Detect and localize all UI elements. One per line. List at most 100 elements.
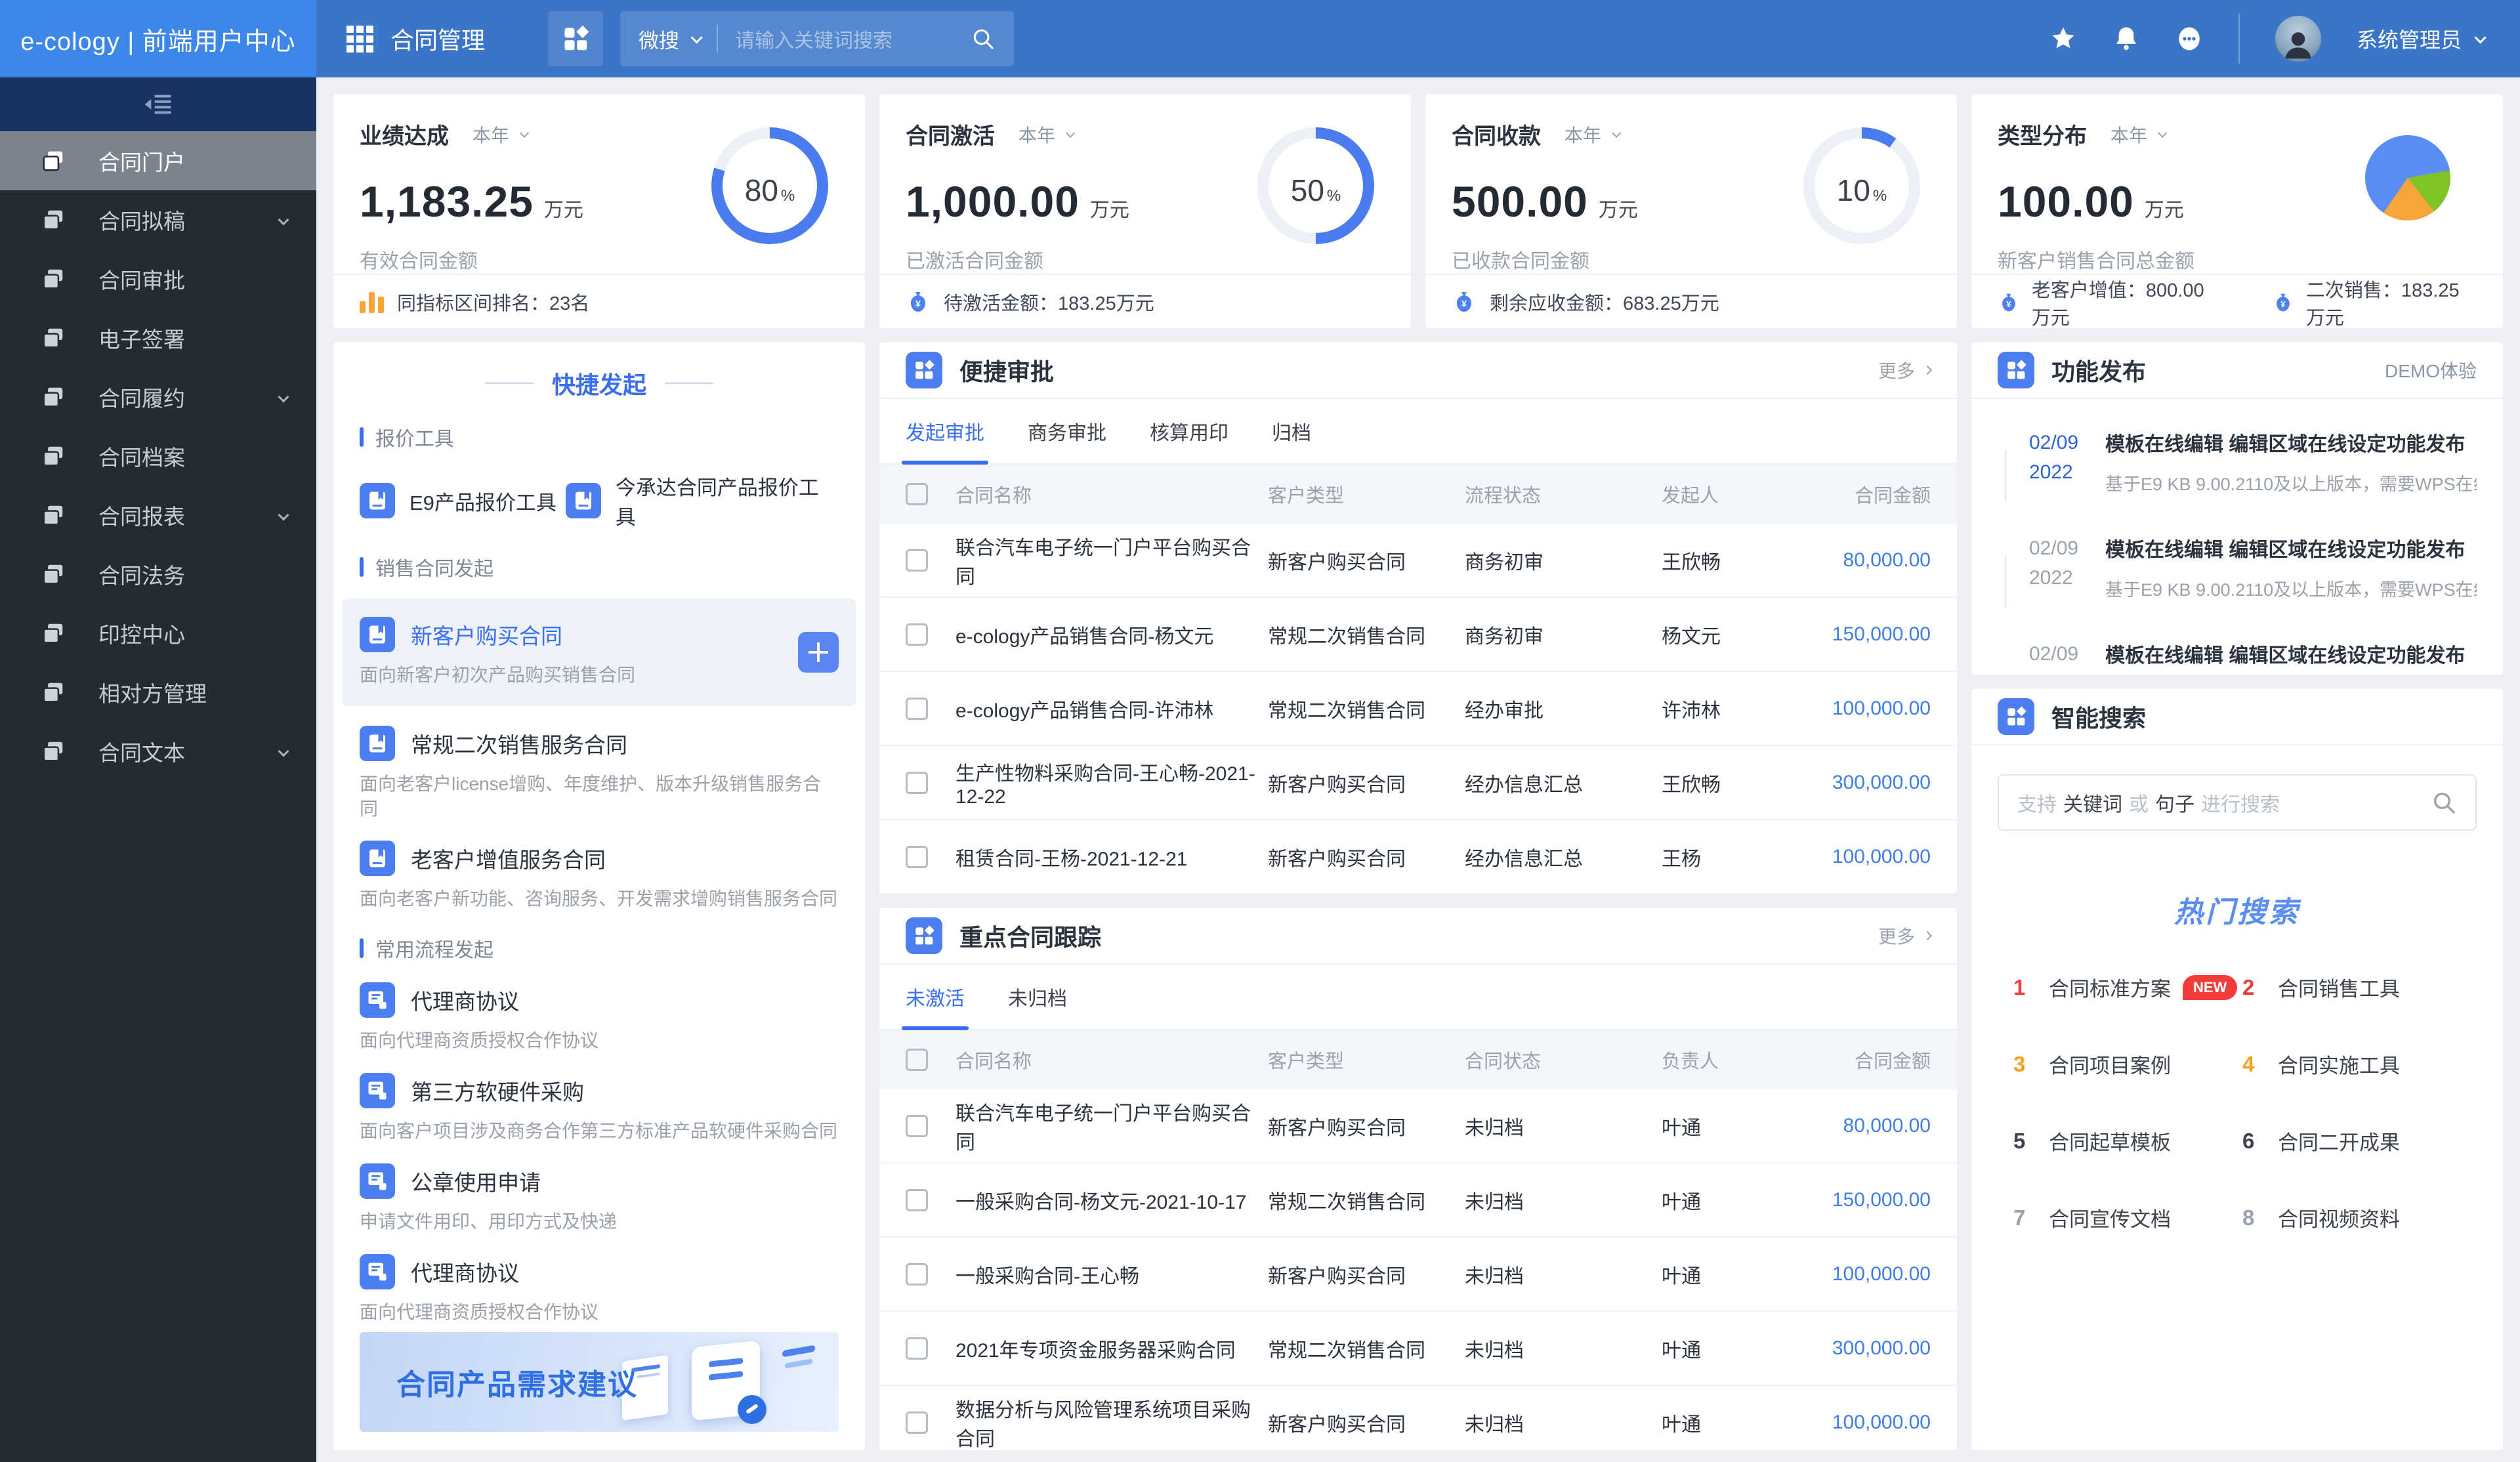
table-row[interactable]: 租赁合同-王杨-2021-12-21 新客户购买合同 经办信息汇总 王杨 100,0… <box>879 820 1957 894</box>
search-scope-select[interactable]: 微搜 <box>639 24 679 54</box>
row-checkbox[interactable] <box>906 1263 928 1285</box>
sidebar-item-contract-portal[interactable]: 合同门户 <box>0 131 316 190</box>
quote-tool-e9[interactable]: E9产品报价工具 <box>360 471 566 530</box>
more-link[interactable]: 更多 <box>1878 357 1933 383</box>
row-checkbox[interactable] <box>906 1337 928 1360</box>
row-checkbox[interactable] <box>906 771 928 794</box>
more-options-icon[interactable] <box>2175 25 2203 52</box>
favorite-star-icon[interactable] <box>2049 25 2077 52</box>
document-icon <box>43 151 63 171</box>
sidebar-item-contract-text[interactable]: 合同文本 <box>0 722 316 781</box>
chevron-down-icon <box>520 128 530 138</box>
demo-link[interactable]: DEMO体验 <box>2385 357 2477 383</box>
hot-search-item[interactable]: 5 合同起草模板 <box>2013 1126 2242 1156</box>
item-desc: 面向客户项目涉及商务合作第三方标准产品软硬件采购合同 <box>360 1120 838 1141</box>
document-icon <box>43 269 63 289</box>
table-row[interactable]: 2021年专项资金服务器采购合同 常规二次销售合同 未归档 叶通 300,000.0… <box>879 1312 1957 1386</box>
chevron-down-icon <box>278 745 289 757</box>
suggestion-banner[interactable]: 合同产品需求建议 <box>360 1332 839 1432</box>
table-row[interactable]: 联合汽车电子统一门户平台购买合同 新客户购买合同 未归档 叶通 80,000.00 <box>879 1089 1957 1163</box>
sidebar-item-contract-approval[interactable]: 合同审批 <box>0 249 316 308</box>
tab-initiate-approval[interactable]: 发起审批 <box>902 399 988 465</box>
tab-accounting-seal[interactable]: 核算用印 <box>1150 399 1228 463</box>
hot-search-item[interactable]: 2 合同销售工具 <box>2242 972 2471 1002</box>
release-desc: 基于E9 KB 9.00.2110及以上版本，需要WPS在线编辑 <box>2105 474 2477 494</box>
row-checkbox[interactable] <box>906 549 928 572</box>
release-item[interactable]: 02/092022 模板在线编辑 编辑区域在线设定功能发布 基于E9 KB 9.… <box>2000 428 2477 533</box>
sidebar-item-contract-report[interactable]: 合同报表 <box>0 486 316 545</box>
hot-search-item[interactable]: 4 合同实施工具 <box>2242 1049 2471 1079</box>
search-icon[interactable] <box>971 26 996 51</box>
period-select[interactable]: 本年 <box>1564 121 1622 148</box>
row-checkbox[interactable] <box>906 697 928 720</box>
progress-ring: 50% <box>1257 127 1374 244</box>
kpi-value: 1,000.00 <box>906 177 1080 226</box>
table-row[interactable]: 生产性物料采购合同-王心畅-2021-12-22 新客户购买合同 经办信息汇总 王欣… <box>879 746 1957 820</box>
tab-archive[interactable]: 归档 <box>1272 399 1311 463</box>
release-item[interactable]: 02/092022 模板在线编辑 编辑区域在线设定功能发布 基于E9 KB 9.… <box>2000 639 2477 675</box>
search-icon[interactable] <box>2431 789 2457 816</box>
period-select[interactable]: 本年 <box>1018 121 1076 148</box>
select-all-checkbox[interactable] <box>906 483 928 505</box>
table-row[interactable]: 联合汽车电子统一门户平台购买合同 新客户购买合同 商务初审 王欣畅 80,000.0… <box>879 524 1957 598</box>
nav-current-app[interactable]: 合同管理 <box>346 22 485 56</box>
tool-label: E9产品报价工具 <box>410 491 556 514</box>
sidebar-item-seal-center[interactable]: 印控中心 <box>0 604 316 663</box>
book-icon <box>565 483 601 518</box>
table-row[interactable]: e-cology产品销售合同-杨文元 常规二次销售合同 商务初审 杨文元 150,0… <box>879 598 1957 672</box>
row-checkbox[interactable] <box>906 1411 928 1434</box>
user-avatar[interactable] <box>2275 16 2321 62</box>
hot-search-item[interactable]: 8 合同视频资料 <box>2242 1203 2471 1232</box>
svg-text:¥: ¥ <box>2006 299 2011 309</box>
sidebar-item-contract-archive[interactable]: 合同档案 <box>0 427 316 486</box>
notification-bell-icon[interactable] <box>2112 25 2140 52</box>
widget-launcher-icon[interactable] <box>548 11 604 66</box>
add-button[interactable] <box>798 631 839 673</box>
table-row[interactable]: 一般采购合同-王心畅 新客户购买合同 未归档 叶通 100,000.00 <box>879 1238 1957 1312</box>
hot-search-item[interactable]: 3 合同项目案例 <box>2013 1049 2242 1079</box>
sidebar-item-contract-performance[interactable]: 合同履约 <box>0 367 316 427</box>
sidebar-item-label: 合同履约 <box>98 386 185 411</box>
hot-search-item[interactable]: 1 合同标准方案 NEW <box>2013 972 2242 1002</box>
flow-item-seal-application[interactable]: 公章使用申请 申请文件用印、用印方式及快递 <box>360 1163 839 1234</box>
top-search-bar[interactable]: 微搜 请输入关键词搜索 <box>620 11 1015 66</box>
chevron-down-icon <box>278 509 289 521</box>
row-checkbox[interactable] <box>906 1114 928 1137</box>
kpi-value: 1,183.25 <box>360 177 534 226</box>
sidebar-item-contract-draft[interactable]: 合同拟稿 <box>0 190 316 249</box>
period-select[interactable]: 本年 <box>472 121 530 148</box>
launch-item-second-sale-contract[interactable]: 常规二次销售服务合同 面向老客户license增购、年度维护、版本升级销售服务合… <box>360 725 839 822</box>
table-row[interactable]: 一般采购合同-杨文元-2021-10-17 常规二次销售合同 未归档 叶通 150,… <box>879 1163 1957 1238</box>
sidebar-collapse-button[interactable] <box>0 77 316 131</box>
tab-business-approval[interactable]: 商务审批 <box>1028 399 1106 463</box>
flow-item-agent-agreement[interactable]: 代理商协议 面向代理商资质授权合作协议 <box>360 982 839 1053</box>
svg-text:¥: ¥ <box>2280 300 2285 309</box>
row-checkbox[interactable] <box>906 1188 928 1211</box>
hot-search-item[interactable]: 6 合同二开成果 <box>2242 1126 2471 1156</box>
tab-not-archived[interactable]: 未归档 <box>1008 965 1067 1029</box>
tab-not-activated[interactable]: 未激活 <box>902 965 969 1030</box>
item-desc: 面向代理商资质授权合作协议 <box>360 1030 599 1051</box>
hot-search-item[interactable]: 7 合同宣传文档 <box>2013 1203 2242 1232</box>
flow-item-agent-agreement-2[interactable]: 代理商协议 面向代理商资质授权合作协议 <box>360 1253 839 1325</box>
user-menu[interactable]: 系统管理员 <box>2357 24 2487 54</box>
row-checkbox[interactable] <box>906 845 928 868</box>
table-row[interactable]: 数据分析与风险管理系统项目采购合同 新客户购买合同 未归档 叶通 100,000.0… <box>879 1386 1957 1450</box>
quote-tool-jincheda[interactable]: 今承达合同产品报价工具 <box>565 471 839 530</box>
sidebar-item-label: 合同档案 <box>98 446 185 470</box>
period-select[interactable]: 本年 <box>2110 121 2168 148</box>
chevron-down-icon <box>690 31 703 44</box>
smart-search-input[interactable]: 支持 关键词 或 句子 进行搜索 <box>1998 774 2477 831</box>
flow-item-thirdparty-purchase[interactable]: 第三方软硬件采购 面向客户项目涉及商务合作第三方标准产品软硬件采购合同 <box>360 1072 839 1144</box>
sidebar-item-counterparty-mgmt[interactable]: 相对方管理 <box>0 663 316 722</box>
sidebar-item-contract-legal[interactable]: 合同法务 <box>0 545 316 604</box>
launch-item-new-customer-contract[interactable]: 新客户购买合同 面向新客户初次产品购买销售合同 <box>343 598 856 706</box>
table-row[interactable]: e-cology产品销售合同-许沛林 常规二次销售合同 经办审批 许沛林 100,0… <box>879 672 1957 746</box>
more-link[interactable]: 更多 <box>1878 923 1933 949</box>
release-item[interactable]: 02/092022 模板在线编辑 编辑区域在线设定功能发布 基于E9 KB 9.… <box>2000 533 2477 639</box>
launch-item-value-added-contract[interactable]: 老客户增值服务合同 面向老客户新功能、咨询服务、开发需求增购销售服务合同 <box>360 841 839 911</box>
row-checkbox[interactable] <box>906 623 928 646</box>
select-all-checkbox[interactable] <box>906 1049 928 1071</box>
search-input[interactable]: 请输入关键词搜索 <box>735 24 971 53</box>
sidebar-item-e-signature[interactable]: 电子签署 <box>0 308 316 367</box>
